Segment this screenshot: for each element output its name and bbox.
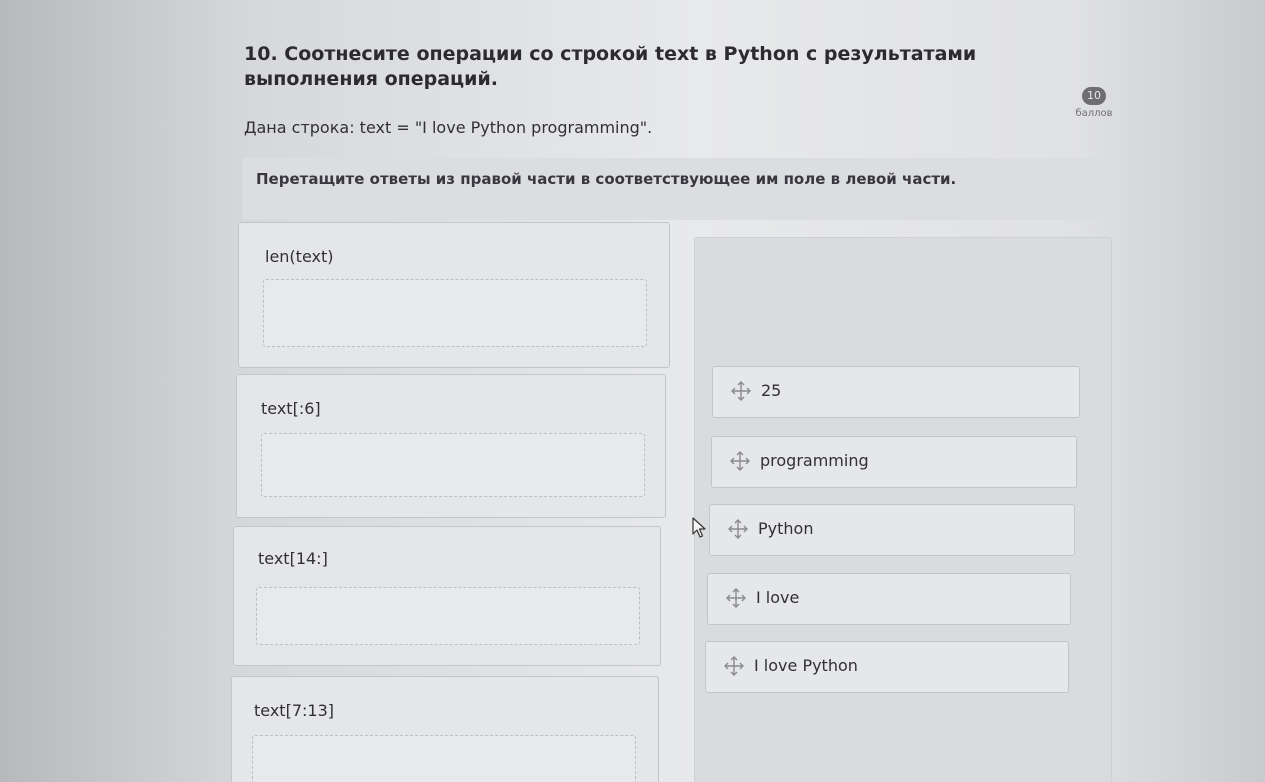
score-label: баллов — [1075, 108, 1113, 119]
given-string: Дана строка: text = "I love Python progr… — [244, 118, 653, 137]
operation-label: len(text) — [265, 247, 334, 266]
answer-item[interactable]: I love Python — [705, 641, 1069, 693]
score-indicator: 10 баллов — [1068, 84, 1120, 119]
answer-item[interactable]: I love — [707, 573, 1071, 625]
quiz-page: 10. Соотнесите операции со строкой text … — [0, 0, 1265, 782]
move-icon — [724, 656, 744, 676]
question-title: 10. Соотнесите операции со строкой text … — [244, 43, 977, 90]
instruction-text: Перетащите ответы из правой части в соот… — [256, 170, 957, 188]
operation-card: len(text) — [238, 222, 670, 368]
operation-card: text[7:13] — [231, 676, 659, 782]
move-icon — [731, 381, 751, 401]
operation-card: text[:6] — [236, 374, 666, 518]
answer-item[interactable]: Python — [709, 504, 1075, 556]
answer-item[interactable]: 25 — [712, 366, 1080, 418]
answer-label: Python — [758, 519, 814, 538]
operation-label: text[7:13] — [254, 701, 334, 720]
operation-label: text[14:] — [258, 549, 328, 568]
answer-item[interactable]: programming — [711, 436, 1077, 488]
answer-label: I love Python — [754, 656, 858, 675]
operation-card: text[14:] — [233, 526, 661, 666]
score-badge: 10 — [1082, 87, 1106, 105]
answer-label: 25 — [761, 381, 782, 400]
move-icon — [728, 519, 748, 539]
drop-zone[interactable] — [263, 279, 647, 347]
answer-label: I love — [756, 588, 800, 607]
move-icon — [730, 451, 750, 471]
operation-label: text[:6] — [261, 399, 321, 418]
mouse-cursor-icon — [692, 517, 706, 538]
answer-label: programming — [760, 451, 869, 470]
drop-zone[interactable] — [252, 735, 636, 782]
move-icon — [726, 588, 746, 608]
drop-zone[interactable] — [261, 433, 645, 497]
instruction-bar — [242, 158, 1112, 220]
drop-zone[interactable] — [256, 587, 640, 645]
